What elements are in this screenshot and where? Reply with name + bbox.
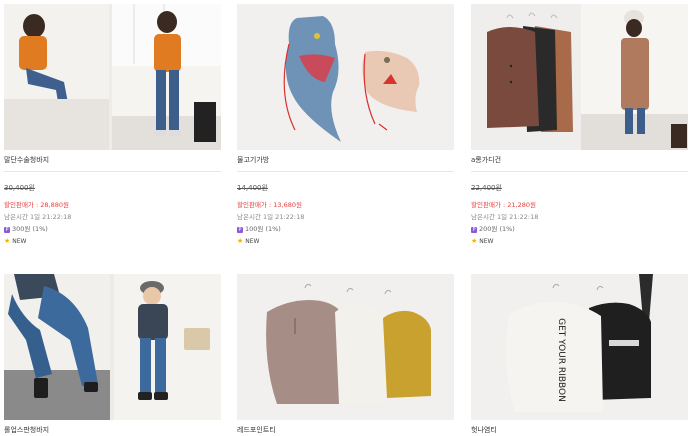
sale-label: 할인판매가: [471, 201, 501, 209]
divider: [471, 171, 688, 172]
divider: [4, 171, 221, 172]
sale-price-line: 할인판매가 : 28,880원: [4, 201, 69, 209]
remaining-time-line: 남은시간 1일 21:22:18: [471, 213, 688, 222]
product-card[interactable]: GET YOUR RIBBON 헛나염티: [471, 274, 688, 435]
remaining-time-line: 남은시간 1일 21:22:18: [237, 213, 454, 222]
sale-price: 13,680원: [273, 201, 302, 209]
points-value: 200원 (1%): [479, 225, 515, 233]
product-card[interactable]: 롤업스판청바지: [4, 274, 221, 435]
original-price: 30,400원: [4, 184, 35, 192]
product-name[interactable]: 헛나염티: [471, 426, 688, 435]
product-name[interactable]: 레드포인트티: [237, 426, 454, 435]
sale-price-line: 할인판매가 : 13,680원: [237, 201, 302, 209]
star-icon: ★: [237, 237, 244, 245]
star-icon: ★: [4, 237, 11, 245]
product-card[interactable]: a롱가디건 22,400원 할인판매가 : 21,280원 남은시간 1일 21…: [471, 4, 688, 246]
sale-label: 할인판매가: [237, 201, 267, 209]
point-icon: P: [4, 226, 10, 233]
original-price: 14,400원: [237, 184, 268, 192]
remaining-time-line: 남은시간 1일 21:22:18: [4, 213, 221, 222]
new-badge: ★ NEW: [4, 237, 221, 246]
product-name[interactable]: 물고기가방: [237, 156, 454, 165]
point-icon: P: [237, 226, 243, 233]
product-name[interactable]: 롤업스판청바지: [4, 426, 221, 435]
product-card[interactable]: 말단수술청바지 30,400원 할인판매가 : 28,880원 남은시간 1일 …: [4, 4, 221, 246]
original-price: 22,400원: [471, 184, 502, 192]
product-image[interactable]: [4, 274, 221, 420]
product-image[interactable]: [471, 4, 688, 150]
points-value: 100원 (1%): [245, 225, 281, 233]
product-image[interactable]: [4, 4, 221, 150]
svg-text:GET YOUR RIBBON: GET YOUR RIBBON: [556, 318, 566, 402]
sale-price-line: 할인판매가 : 21,280원: [471, 201, 536, 209]
product-name[interactable]: a롱가디건: [471, 156, 688, 165]
remaining-time: 1일 21:22:18: [263, 213, 305, 221]
time-label: 남은시간: [4, 213, 28, 221]
product-name[interactable]: 말단수술청바지: [4, 156, 221, 165]
sale-price: 21,280원: [507, 201, 536, 209]
new-badge: ★ NEW: [471, 237, 688, 246]
point-icon: P: [471, 226, 477, 233]
points-value: 300원 (1%): [12, 225, 48, 233]
product-card[interactable]: 레드포인트티: [237, 274, 454, 435]
points-line: P 200원 (1%): [471, 225, 688, 234]
points-line: P 100원 (1%): [237, 225, 454, 234]
star-icon: ★: [471, 237, 478, 245]
new-label: NEW: [245, 238, 260, 245]
remaining-time: 1일 21:22:18: [497, 213, 539, 221]
product-image[interactable]: GET YOUR RIBBON: [471, 274, 688, 420]
sale-price: 28,880원: [40, 201, 69, 209]
time-label: 남은시간: [237, 213, 261, 221]
points-line: P 300원 (1%): [4, 225, 221, 234]
product-image[interactable]: [237, 274, 454, 420]
new-badge: ★ NEW: [237, 237, 454, 246]
product-card[interactable]: 물고기가방 14,400원 할인판매가 : 13,680원 남은시간 1일 21…: [237, 4, 454, 246]
new-label: NEW: [12, 238, 27, 245]
time-label: 남은시간: [471, 213, 495, 221]
remaining-time: 1일 21:22:18: [30, 213, 72, 221]
product-image[interactable]: [237, 4, 454, 150]
new-label: NEW: [479, 238, 494, 245]
sale-label: 할인판매가: [4, 201, 34, 209]
divider: [237, 171, 454, 172]
